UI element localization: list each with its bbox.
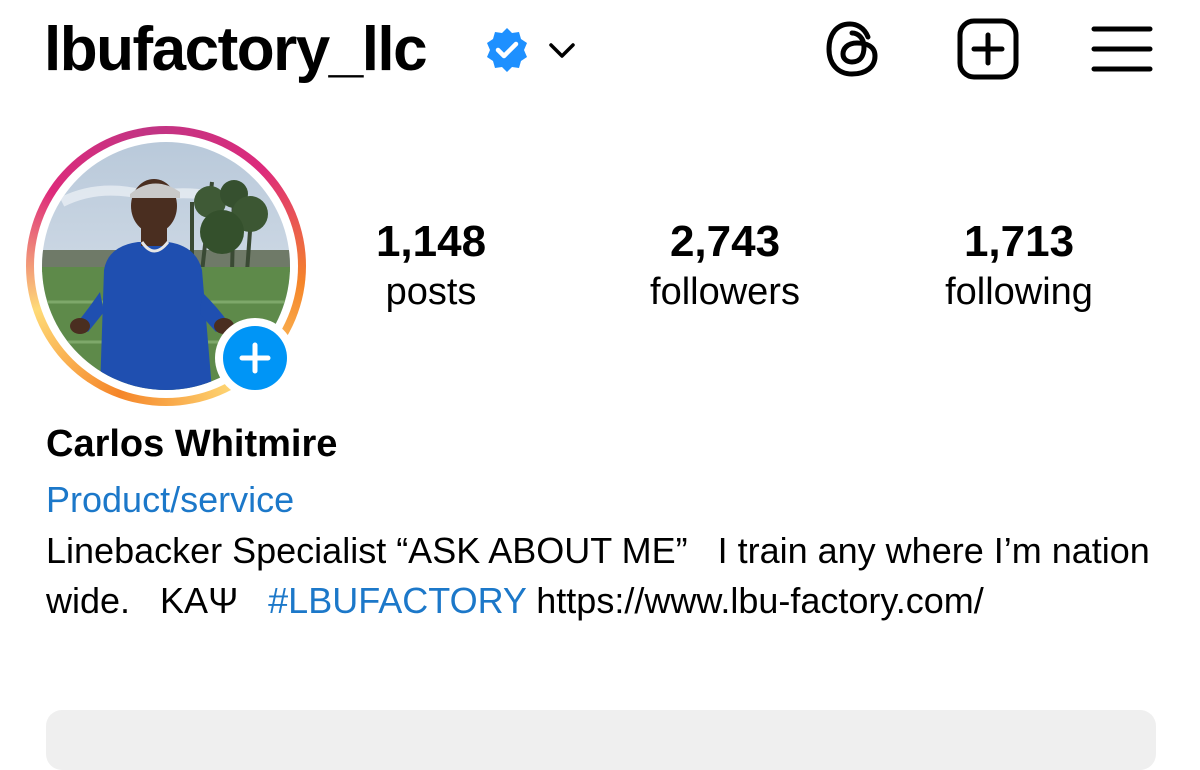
followers-count: 2,743 (669, 217, 781, 266)
professional-dashboard-bar[interactable] (46, 710, 1156, 770)
verified-badge-icon (487, 28, 527, 72)
following-stat[interactable]: 1,713 following (909, 215, 1129, 315)
followers-stat[interactable]: 2,743 followers (615, 215, 835, 315)
following-count: 1,713 (963, 217, 1075, 266)
profile-category: Product/service (46, 479, 295, 520)
followers-label: followers (650, 271, 800, 313)
profile-bio: Linebacker Specialist “ASK ABOUT ME” I t… (46, 526, 1166, 626)
following-label: following (945, 271, 1093, 313)
posts-stat[interactable]: 1,148 posts (321, 215, 541, 315)
profile-header: lbufactory_llc (0, 0, 1200, 110)
chevron-down-icon[interactable] (546, 38, 578, 62)
posts-count: 1,148 (375, 217, 487, 266)
create-post-icon[interactable] (956, 17, 1020, 81)
profile-name: Carlos Whitmire (46, 423, 338, 465)
plus-icon (223, 326, 287, 390)
hamburger-menu-icon[interactable] (1090, 17, 1154, 81)
bio-hashtag-link[interactable]: #LBUFACTORY (268, 580, 526, 621)
posts-label: posts (385, 271, 477, 313)
username-title[interactable]: lbufactory_llc (44, 12, 428, 88)
add-story-button[interactable] (215, 318, 295, 398)
bio-website-link[interactable]: https://www.lbu-factory.com/ (526, 580, 983, 621)
threads-icon[interactable] (822, 17, 886, 81)
